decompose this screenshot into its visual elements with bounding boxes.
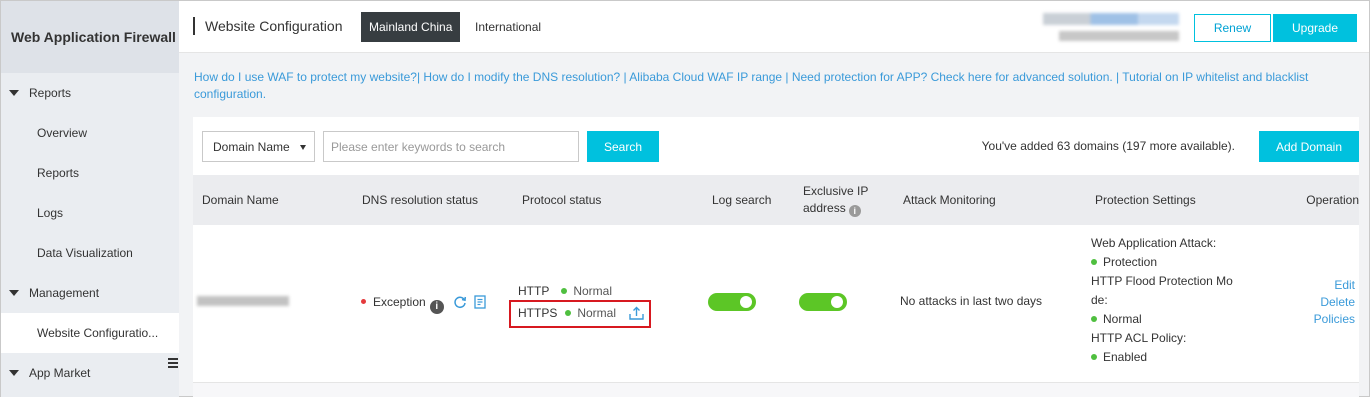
header-protocol-status: Protocol status (522, 192, 602, 207)
toggle-knob (831, 296, 843, 308)
exclusive-ip-toggle[interactable] (799, 293, 847, 311)
ok-status-dot (561, 288, 568, 294)
collapse-sidebar-icon[interactable] (166, 353, 179, 373)
help-links[interactable]: How do I use WAF to protect my website?|… (194, 69, 1329, 103)
top-header: Website Configuration Mainland China Int… (179, 1, 1369, 53)
sidebar-item-logs[interactable]: Logs (1, 193, 179, 233)
upload-certificate-icon[interactable] (629, 306, 645, 320)
ok-status-dot (1091, 259, 1097, 265)
sidebar-group-reports[interactable]: Reports (1, 73, 179, 113)
dns-status-cell: Exception i (361, 295, 487, 314)
header-domain-name: Domain Name (202, 192, 279, 207)
web-attack-label: Web Application Attack: (1091, 236, 1217, 250)
add-domain-button[interactable]: Add Domain (1259, 131, 1359, 162)
http-status-text: Normal (573, 284, 613, 298)
header-protection-settings: Protection Settings (1095, 192, 1196, 207)
sidebar-item-website-configuration[interactable]: Website Configuratio... (1, 313, 179, 353)
flood-protection-value: Normal (1103, 312, 1142, 326)
info-icon[interactable]: i (848, 205, 861, 218)
dropdown-arrow-icon (300, 145, 306, 150)
select-value: Domain Name (213, 139, 290, 154)
web-attack-value-line: Protection (1091, 253, 1241, 272)
attack-monitoring-text: No attacks in last two days (900, 294, 1043, 308)
sidebar-item-reports[interactable]: Reports (1, 153, 179, 193)
acl-policy-label: HTTP ACL Policy: (1091, 331, 1187, 345)
main-content: How do I use WAF to protect my website?|… (179, 53, 1369, 397)
sidebar-item-data-visualization[interactable]: Data Visualization (1, 233, 179, 273)
error-status-dot (361, 299, 366, 304)
header-operation: Operation (1306, 192, 1359, 207)
sidebar-group-management[interactable]: Management (1, 273, 179, 313)
search-button[interactable]: Search (587, 131, 659, 162)
table-row-partial (193, 383, 1359, 397)
product-title: Web Application Firewall (1, 1, 179, 73)
acl-policy-value-line: Enabled (1091, 348, 1241, 367)
protection-settings-cell: Web Application Attack: Protection HTTP … (1091, 234, 1241, 367)
domain-count-text: You've added 63 domains (197 more availa… (981, 139, 1235, 153)
sidebar: Web Application Firewall Reports Overvie… (1, 1, 179, 397)
ok-status-dot (565, 310, 572, 316)
sidebar-group-app-market[interactable]: App Market (1, 353, 179, 393)
caret-down-icon (9, 290, 19, 296)
header-dns-status: DNS resolution status (362, 192, 479, 207)
domain-name-redacted (197, 296, 289, 306)
http-label: HTTP (518, 284, 550, 298)
table-header: Domain Name DNS resolution status Protoc… (193, 175, 1359, 225)
search-input[interactable] (323, 131, 579, 162)
header-log-search: Log search (712, 192, 772, 207)
renew-button[interactable]: Renew (1194, 14, 1271, 42)
dns-status-text: Exception (373, 295, 426, 309)
https-status: HTTPS Normal (518, 306, 645, 320)
flood-protection-label: HTTP Flood Protection Mo de: (1091, 274, 1233, 307)
refresh-icon[interactable] (453, 295, 467, 309)
header-attack-monitoring: Attack Monitoring (903, 192, 996, 207)
header-exclusive-ip: Exclusive IP address i (803, 175, 883, 225)
caret-down-icon (9, 90, 19, 96)
domain-card: Domain Name Search You've added 63 domai… (193, 117, 1359, 397)
sidebar-group-label: App Market (29, 366, 91, 380)
web-attack-value: Protection (1103, 255, 1158, 269)
acl-policy-value: Enabled (1103, 350, 1148, 364)
operation-cell: Edit Delete Policies (1314, 277, 1355, 328)
document-icon[interactable] (474, 295, 487, 309)
caret-down-icon (9, 370, 19, 376)
tab-mainland-china[interactable]: Mainland China (361, 12, 461, 42)
ok-status-dot (1091, 316, 1097, 322)
table-row: Exception i HTTP Normal HTTPS Normal No att… (193, 225, 1359, 383)
policies-link[interactable]: Policies (1314, 311, 1355, 328)
toggle-knob (740, 296, 752, 308)
info-icon[interactable]: i (429, 299, 444, 314)
https-label: HTTPS (518, 306, 558, 320)
upgrade-button[interactable]: Upgrade (1273, 14, 1357, 42)
ok-status-dot (1091, 354, 1097, 360)
http-status: HTTP Normal (518, 284, 612, 298)
sidebar-group-label: Management (29, 286, 100, 300)
search-field-select[interactable]: Domain Name (202, 131, 315, 162)
log-search-toggle[interactable] (708, 293, 756, 311)
tab-international[interactable]: International (467, 12, 549, 42)
https-status-text: Normal (577, 306, 617, 320)
delete-link[interactable]: Delete (1314, 294, 1355, 311)
page-title: Website Configuration (193, 17, 342, 35)
account-id-redacted (1059, 31, 1179, 41)
flood-protection-value-line: Normal (1091, 310, 1241, 329)
sidebar-group-label: Reports (29, 86, 72, 100)
edit-link[interactable]: Edit (1314, 277, 1355, 294)
sidebar-item-overview[interactable]: Overview (1, 113, 179, 153)
account-name-redacted (1043, 13, 1179, 25)
